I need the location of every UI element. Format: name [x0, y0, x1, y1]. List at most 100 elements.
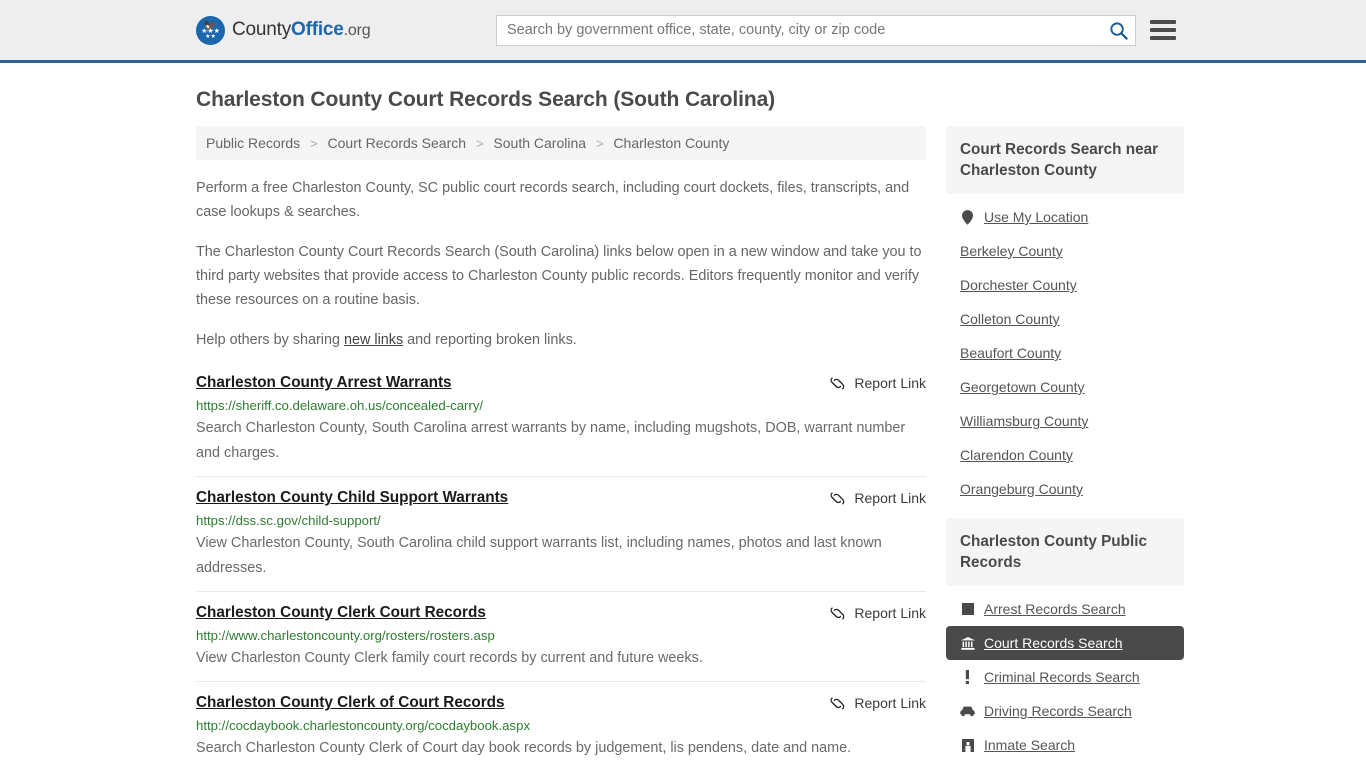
- intro-paragraph-3: Help others by sharing new links and rep…: [196, 328, 926, 352]
- brand-part-office: Office: [291, 19, 344, 40]
- result-description: Search Charleston County, South Carolina…: [196, 420, 906, 461]
- sidebar-item-colleton-county[interactable]: Colleton County: [946, 302, 1184, 336]
- public-records-heading: Charleston County Public Records: [946, 518, 1184, 586]
- search-icon: [1109, 21, 1128, 40]
- breadcrumb-item-court-records-search[interactable]: Court Records Search: [328, 135, 467, 151]
- courthouse-icon: [960, 636, 975, 650]
- public-records-list: Arrest Records Search Court Records Sear…: [946, 586, 1184, 762]
- sidebar-item-inmate-search[interactable]: Inmate Search: [946, 728, 1184, 762]
- search-input[interactable]: [497, 15, 1101, 45]
- hamburger-menu-icon-bar3: [1150, 36, 1176, 40]
- sidebar-link-use-my-location[interactable]: Use My Location: [984, 209, 1088, 225]
- sidebar-item-clarendon-county[interactable]: Clarendon County: [946, 438, 1184, 472]
- nearby-counties-box: Court Records Search near Charleston Cou…: [946, 126, 1184, 506]
- breadcrumb-item-charleston-county[interactable]: Charleston County: [613, 135, 729, 151]
- sidebar-item-criminal-records-search[interactable]: Criminal Records Search: [946, 660, 1184, 694]
- broken-link-icon: [830, 696, 845, 711]
- intro-p3-after: and reporting broken links.: [403, 332, 577, 348]
- page-title: Charleston County Court Records Search (…: [196, 88, 776, 111]
- result-title-link[interactable]: Charleston County Child Support Warrants: [196, 489, 508, 507]
- sidebar-link-arrest-records-search[interactable]: Arrest Records Search: [984, 601, 1126, 617]
- sidebar-link-court-records-search[interactable]: Court Records Search: [984, 635, 1123, 651]
- countyoffice-logo-icon: 🦅 ★★★ ★★: [196, 15, 225, 45]
- result-description: View Charleston County Clerk family cour…: [196, 650, 703, 666]
- sidebar-item-dorchester-county[interactable]: Dorchester County: [946, 268, 1184, 302]
- sidebar-link-driving-records-search[interactable]: Driving Records Search: [984, 703, 1132, 719]
- site-header: 🦅 ★★★ ★★ CountyOffice.org: [0, 0, 1366, 63]
- page-container: Charleston County Court Records Search (…: [0, 88, 1366, 768]
- result-item: Charleston County Clerk Court Records Re…: [196, 591, 926, 681]
- sidebar-item-beaufort-county[interactable]: Beaufort County: [946, 336, 1184, 370]
- breadcrumb-separator: >: [310, 136, 318, 151]
- exclamation-icon: [960, 670, 975, 684]
- result-url[interactable]: https://dss.sc.gov/child-support/: [196, 513, 926, 528]
- nearby-counties-heading: Court Records Search near Charleston Cou…: [946, 126, 1184, 194]
- sidebar-link-beaufort-county[interactable]: Beaufort County: [960, 345, 1061, 361]
- car-icon: [960, 706, 975, 717]
- report-link-button[interactable]: Report Link: [830, 694, 926, 711]
- sidebar-link-colleton-county[interactable]: Colleton County: [960, 311, 1060, 327]
- hamburger-menu-icon-bar2: [1150, 28, 1176, 32]
- sidebar-link-berkeley-county[interactable]: Berkeley County: [960, 243, 1063, 259]
- jail-icon: [960, 738, 975, 752]
- sidebar-item-berkeley-county[interactable]: Berkeley County: [946, 234, 1184, 268]
- report-link-label: Report Link: [854, 375, 926, 391]
- result-title-link[interactable]: Charleston County Clerk of Court Records: [196, 694, 505, 712]
- hamburger-menu-button[interactable]: [1150, 18, 1176, 42]
- result-description: View Charleston County, South Carolina c…: [196, 535, 882, 576]
- sidebar-link-criminal-records-search[interactable]: Criminal Records Search: [984, 669, 1140, 685]
- result-item: Charleston County Child Support Warrants…: [196, 476, 926, 591]
- sidebar-item-driving-records-search[interactable]: Driving Records Search: [946, 694, 1184, 728]
- sidebar-link-clarendon-county[interactable]: Clarendon County: [960, 447, 1073, 463]
- sidebar-link-georgetown-county[interactable]: Georgetown County: [960, 379, 1085, 395]
- sidebar-item-orangeburg-county[interactable]: Orangeburg County: [946, 472, 1184, 506]
- result-title-link[interactable]: Charleston County Arrest Warrants: [196, 374, 452, 392]
- intro-p3-before: Help others by sharing: [196, 332, 344, 348]
- report-link-label: Report Link: [854, 605, 926, 621]
- new-links-link[interactable]: new links: [344, 332, 403, 348]
- sidebar-link-inmate-search[interactable]: Inmate Search: [984, 737, 1075, 753]
- sidebar-item-use-my-location[interactable]: Use My Location: [946, 200, 1184, 234]
- sidebar: Court Records Search near Charleston Cou…: [946, 126, 1184, 768]
- sidebar-item-georgetown-county[interactable]: Georgetown County: [946, 370, 1184, 404]
- nearby-counties-list: Use My Location Berkeley County Dorchest…: [946, 194, 1184, 506]
- report-link-button[interactable]: Report Link: [830, 374, 926, 391]
- report-link-button[interactable]: Report Link: [830, 604, 926, 621]
- sidebar-link-orangeburg-county[interactable]: Orangeburg County: [960, 481, 1083, 497]
- search-button[interactable]: [1101, 16, 1135, 45]
- report-link-button[interactable]: Report Link: [830, 489, 926, 506]
- breadcrumb: Public Records > Court Records Search > …: [196, 126, 926, 160]
- breadcrumb-item-south-carolina[interactable]: South Carolina: [493, 135, 586, 151]
- map-pin-icon: [960, 209, 975, 225]
- sidebar-item-williamsburg-county[interactable]: Williamsburg County: [946, 404, 1184, 438]
- result-item: Charleston County Clerk of Court Records…: [196, 681, 926, 768]
- broken-link-icon: [830, 491, 845, 506]
- sidebar-link-williamsburg-county[interactable]: Williamsburg County: [960, 413, 1088, 429]
- brand-part-org: .org: [343, 22, 371, 39]
- public-records-box: Charleston County Public Records Arrest …: [946, 518, 1184, 762]
- hamburger-menu-icon: [1150, 20, 1176, 24]
- brand-part-county: County: [232, 19, 292, 40]
- sidebar-item-arrest-records-search[interactable]: Arrest Records Search: [946, 592, 1184, 626]
- intro-paragraph-1: Perform a free Charleston County, SC pub…: [196, 180, 910, 220]
- report-link-label: Report Link: [854, 695, 926, 711]
- intro-paragraph-2: The Charleston County Court Records Sear…: [196, 244, 922, 308]
- site-logo[interactable]: 🦅 ★★★ ★★ CountyOffice.org: [196, 15, 371, 45]
- result-url[interactable]: https://sheriff.co.delaware.oh.us/concea…: [196, 398, 926, 413]
- result-title-link[interactable]: Charleston County Clerk Court Records: [196, 604, 486, 622]
- square-icon: [960, 603, 975, 615]
- broken-link-icon: [830, 606, 845, 621]
- breadcrumb-separator: >: [475, 136, 484, 151]
- report-link-label: Report Link: [854, 490, 926, 506]
- result-url[interactable]: http://www.charlestoncounty.org/rosters/…: [196, 628, 926, 643]
- breadcrumb-item-public-records[interactable]: Public Records: [206, 135, 300, 151]
- sidebar-link-dorchester-county[interactable]: Dorchester County: [960, 277, 1077, 293]
- result-description: Search Charleston County Clerk of Court …: [196, 740, 852, 756]
- search-bar[interactable]: [496, 14, 1136, 46]
- result-url[interactable]: http://cocdaybook.charlestoncounty.org/c…: [196, 718, 926, 733]
- sidebar-item-court-records-search[interactable]: Court Records Search: [946, 626, 1184, 660]
- result-item: Charleston County Arrest Warrants Report…: [196, 368, 926, 476]
- main-content: Public Records > Court Records Search > …: [196, 126, 926, 768]
- breadcrumb-separator: >: [595, 136, 604, 151]
- brand-text: CountyOffice.org: [232, 19, 371, 41]
